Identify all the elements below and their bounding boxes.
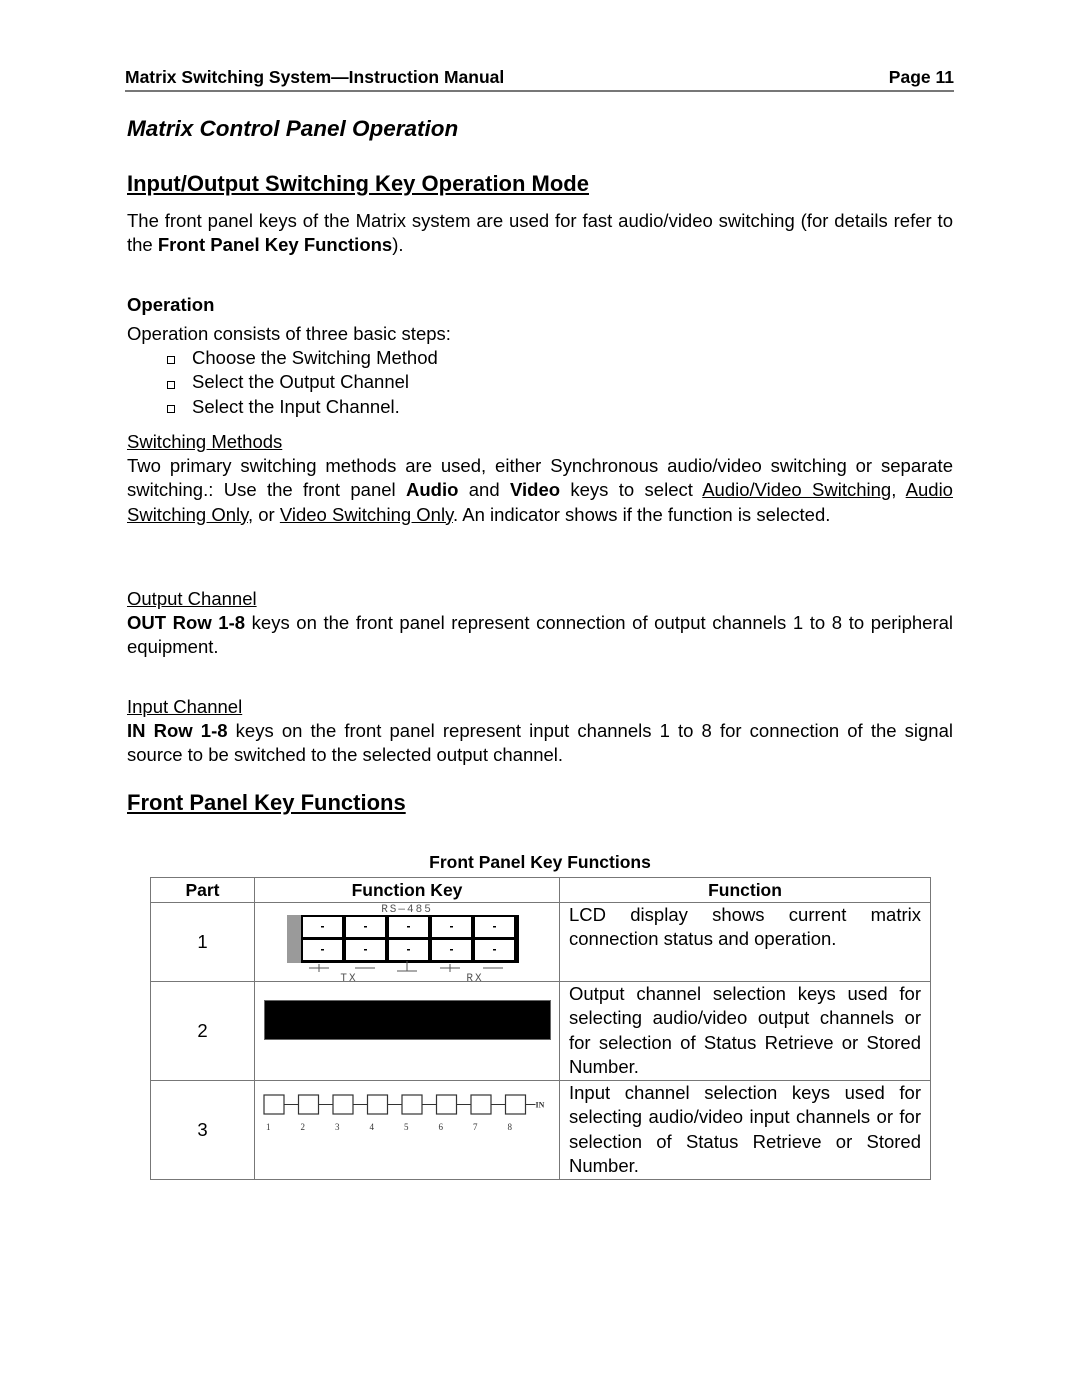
column-header-function-key: Function Key <box>254 877 560 903</box>
lcd-display-image: RS—485 TX RX <box>287 904 519 981</box>
table-row: 3 1 2 3 4 5 6 7 8 IN Input channel selection key… <box>150 1080 931 1180</box>
key-functions-heading: Front Panel Key Functions <box>127 790 406 815</box>
lcd-cell-segment <box>364 926 367 928</box>
rx-label: RX <box>466 973 483 981</box>
lcd-cell-segment <box>321 949 324 951</box>
function-key-cell: 1 2 3 4 5 6 7 8 IN <box>254 1080 560 1180</box>
input-key-number: 1 <box>266 1122 271 1132</box>
input-key-number: 6 <box>439 1122 444 1132</box>
function-description: LCD display shows current matrix connect… <box>559 902 931 982</box>
input-keys-group: 1 2 3 4 5 6 7 8 IN <box>263 1094 545 1132</box>
lcd-cell-segment <box>321 926 324 928</box>
input-key-number: 2 <box>301 1122 306 1132</box>
input-key-number: 8 <box>508 1122 513 1132</box>
table-caption: Front Panel Key Functions <box>429 852 651 872</box>
input-key-4 <box>366 1094 389 1115</box>
input-channel-text: IN Row 1-8 keys on the front panel repre… <box>127 720 953 766</box>
output-keys-image <box>263 1000 551 1040</box>
rs485-label: RS—485 <box>381 904 433 916</box>
input-key-7 <box>470 1094 492 1115</box>
switching-methods-text: Two primary switching methods are used, … <box>127 455 953 525</box>
table-row: 1 RS—485 TX RX LCD display shows current… <box>150 902 931 982</box>
checkbox-bullet-icon <box>167 356 175 365</box>
section-title: Matrix Control Panel Operation <box>127 116 459 141</box>
input-key-number: 7 <box>473 1122 478 1132</box>
part-number: 3 <box>150 1080 255 1180</box>
input-key-number: 5 <box>404 1122 409 1132</box>
table-header-row: Part Function Key Function <box>150 877 931 903</box>
input-key-2 <box>297 1094 320 1115</box>
io-mode-heading: Input/Output Switching Key Operation Mod… <box>127 171 589 196</box>
in-tag-label: IN <box>536 1101 545 1110</box>
column-header-function: Function <box>559 877 931 903</box>
input-key-5 <box>401 1094 423 1115</box>
input-key-number: 3 <box>335 1122 340 1132</box>
part-number: 1 <box>150 902 255 982</box>
input-key-3 <box>332 1094 354 1115</box>
lcd-cell-segment <box>493 949 496 951</box>
page-number: Page 11 <box>888 67 954 87</box>
input-keys-image: 1 2 3 4 5 6 7 8 IN <box>263 1094 545 1132</box>
function-key-cell: RS—485 TX RX <box>254 902 560 982</box>
function-description: Input channel selection keys used for se… <box>559 1080 931 1180</box>
checkbox-bullet-icon <box>167 380 175 389</box>
lcd-cell-segment <box>450 949 453 951</box>
output-channel-text: OUT Row 1-8 keys on the front panel repr… <box>127 612 954 658</box>
lcd-side-strip <box>287 915 301 963</box>
input-key-number: 4 <box>370 1122 375 1132</box>
output-channel-heading: Output Channel <box>127 588 257 609</box>
input-channel-heading: Input Channel <box>127 696 243 717</box>
lcd-cell-segment <box>493 926 496 928</box>
io-mode-intro: The front panel keys of the Matrix syste… <box>127 210 953 256</box>
tx-label: TX <box>340 973 357 981</box>
step-item: Select the Output Channel <box>167 370 438 394</box>
lcd-cell-segment <box>450 926 453 928</box>
lcd-cell-segment <box>407 949 410 951</box>
column-header-part: Part <box>150 877 255 903</box>
checkbox-bullet-icon <box>167 405 175 414</box>
part-number: 2 <box>150 981 255 1081</box>
lcd-cell-segment <box>364 949 367 951</box>
input-key-6 <box>435 1094 458 1115</box>
input-key-8 <box>504 1094 527 1115</box>
function-description: Output channel selection keys used for s… <box>559 981 931 1081</box>
lcd-cell-segment <box>407 926 410 928</box>
input-key-1 <box>263 1094 285 1115</box>
switching-methods-heading: Switching Methods <box>127 431 283 452</box>
step-item: Choose the Switching Method <box>167 346 438 370</box>
running-header: Matrix Switching System—Instruction Manu… <box>125 66 954 92</box>
operation-heading: Operation <box>127 294 215 315</box>
function-key-cell <box>254 981 560 1081</box>
step-item: Select the Input Channel. <box>167 395 438 419</box>
operation-steps: Choose the Switching Method Select the O… <box>167 346 438 419</box>
table-row: 2 Output channel selection keys used for… <box>150 981 931 1081</box>
manual-title: Matrix Switching System—Instruction Manu… <box>125 67 505 87</box>
intro-reference: Front Panel Key Functions <box>157 234 393 256</box>
key-functions-table: Part Function Key Function 1 RS—485 TX R… <box>150 877 931 1180</box>
operation-lead: Operation consists of three basic steps: <box>127 323 451 344</box>
